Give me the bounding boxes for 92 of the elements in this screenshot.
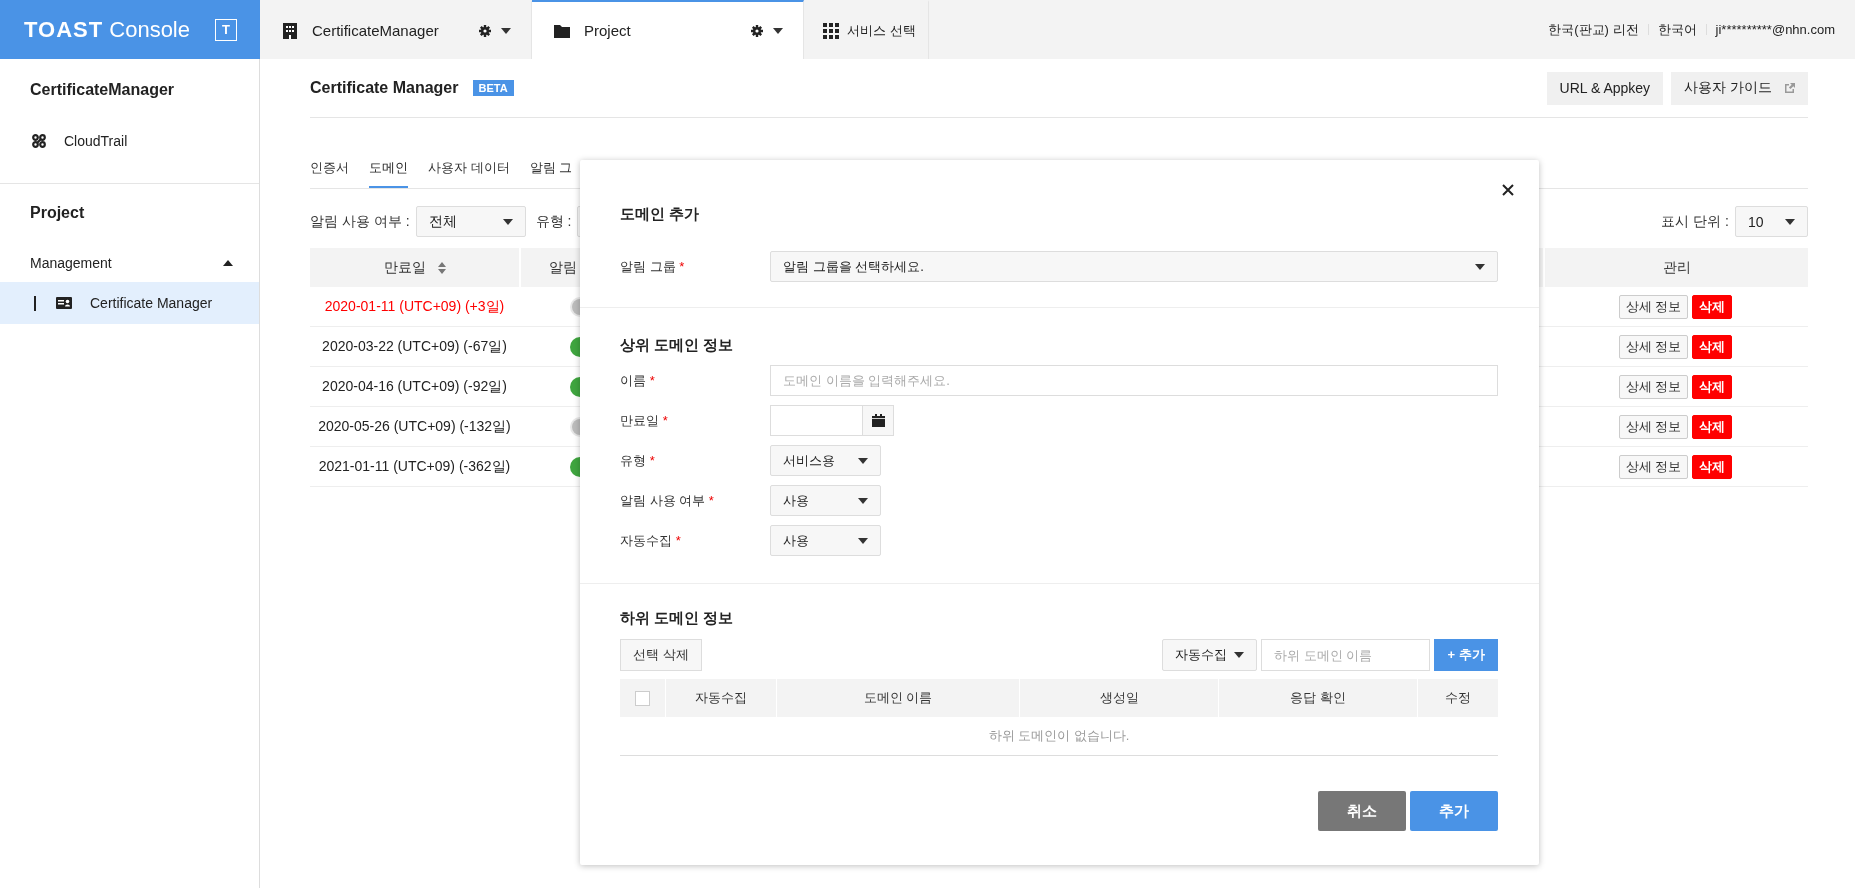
table-cell: 2020-05-26 (UTC+09) (-132일) [310,407,519,447]
detail-button[interactable]: 상세 정보 [1618,454,1689,479]
dropdown[interactable]: 사용 [770,525,881,556]
filter-label: 표시 단위 : [1661,212,1729,231]
caret-icon [1234,652,1244,658]
nodes-icon [32,134,46,148]
section-title: 상위 도메인 정보 [620,336,735,355]
page-size-dropdown[interactable]: 10 [1735,206,1808,237]
caret-icon [501,27,511,34]
sort-icon [437,261,446,274]
external-link-icon [1785,83,1795,93]
caret-icon [1475,263,1485,270]
column-header: 도메인 이름 [776,679,1019,717]
sidebar-item[interactable]: Certificate Manager [0,282,259,324]
sidebar-item[interactable]: CloudTrail [0,121,259,161]
top-link[interactable]: 한국(판교) 리전 [1548,20,1639,39]
detail-button[interactable]: 상세 정보 [1618,374,1689,399]
empty-message: 하위 도메인이 없습니다. [620,717,1498,756]
top-link[interactable]: ji**********@nhn.com [1715,22,1835,37]
sidebar-group[interactable]: Management [0,244,259,282]
logo-text: TOAST Console [24,16,190,43]
delete-button[interactable]: 삭제 [1692,454,1733,479]
delete-selected-button[interactable]: 선택 삭제 [620,639,702,671]
tab[interactable]: 도메인 [369,150,408,188]
close-icon [1502,184,1514,196]
id-card-icon [56,297,72,309]
detail-button[interactable]: 상세 정보 [1618,334,1689,359]
field-label: 만료일 * [620,411,669,430]
sidebar-title: Project [29,203,86,223]
table-cell: 2020-01-11 (UTC+09) (+3일) [310,287,519,327]
caret-icon [1785,218,1795,225]
detail-button[interactable]: 상세 정보 [1618,414,1689,439]
delete-button[interactable]: 삭제 [1692,374,1733,399]
section-title: 하위 도메인 정보 [620,609,735,628]
delete-button[interactable]: 삭제 [1692,414,1733,439]
folder-icon [554,22,570,39]
close-button[interactable] [1502,184,1514,196]
building-icon [282,22,298,39]
context-tab[interactable]: Project [532,0,804,59]
field-label: 알림 사용 여부 * [620,491,715,510]
tab[interactable]: 사용자 데이터 [428,150,510,188]
filter-label: 유형 : [535,212,572,231]
gear-icon [479,24,491,37]
table-cell: 2020-04-16 (UTC+09) (-92일) [310,367,519,407]
table-cell: 2020-03-22 (UTC+09) (-67일) [310,327,519,367]
calendar-icon [871,414,885,427]
header-button[interactable]: URL & Appkey [1546,71,1664,105]
header-button[interactable]: 사용자 가이드 [1671,71,1808,105]
column-header: 관리 [1543,248,1808,287]
caret-icon [858,457,868,464]
caret-icon [502,218,513,225]
context-tab[interactable]: 서비스 선택 [804,0,929,59]
settings-control[interactable] [751,24,783,37]
top-link[interactable]: 한국어 [1657,20,1697,39]
sidebar-title: CertificateManager [29,80,176,100]
page-title: Certificate Manager [310,79,459,97]
caret-icon [858,497,868,504]
beta-badge: BETA [472,80,514,96]
text-field[interactable]: 도메인 이름을 입력해주세요. [770,365,1498,396]
tab[interactable]: 알림 그 [529,150,573,188]
subdomain-field[interactable]: 하위 도메인 이름 [1261,639,1430,671]
caret-icon [858,537,868,544]
calendar-button[interactable] [863,405,894,436]
detail-button[interactable]: 상세 정보 [1618,294,1689,319]
field-label: 자동수집 * [620,531,682,550]
filter-dropdown[interactable]: 전체 [415,206,526,237]
column-header: 수정 [1417,679,1498,717]
column-header[interactable]: 만료일 [310,248,519,287]
field-label: 이름 * [620,371,656,390]
tab[interactable]: 인증서 [310,150,349,188]
filter-label: 알림 사용 여부 : [310,212,410,231]
dropdown[interactable]: 자동수집 [1162,639,1257,671]
column-header: 자동수집 [665,679,776,717]
dropdown[interactable]: 서비스용 [770,445,881,476]
dropdown[interactable]: 알림 그룹을 선택하세요. [770,251,1498,282]
checkbox[interactable] [635,690,650,706]
settings-control[interactable] [479,24,511,37]
caret-icon [223,260,233,266]
gear-icon [751,24,763,37]
caret-icon [773,27,783,34]
dialog-title: 도메인 추가 [620,205,701,224]
column-header: 응답 확인 [1218,679,1417,717]
delete-button[interactable]: 삭제 [1692,294,1733,319]
field-label: 유형 * [620,451,656,470]
cancel-button[interactable]: 취소 [1318,791,1406,831]
field-label: 알림 그룹 * [620,257,686,276]
delete-button[interactable]: 삭제 [1692,334,1733,359]
date-field[interactable] [770,405,863,436]
grid-icon [823,22,839,39]
column-header: 생성일 [1019,679,1218,717]
table-cell: 2021-01-11 (UTC+09) (-362일) [310,447,519,487]
dropdown[interactable]: 사용 [770,485,881,516]
